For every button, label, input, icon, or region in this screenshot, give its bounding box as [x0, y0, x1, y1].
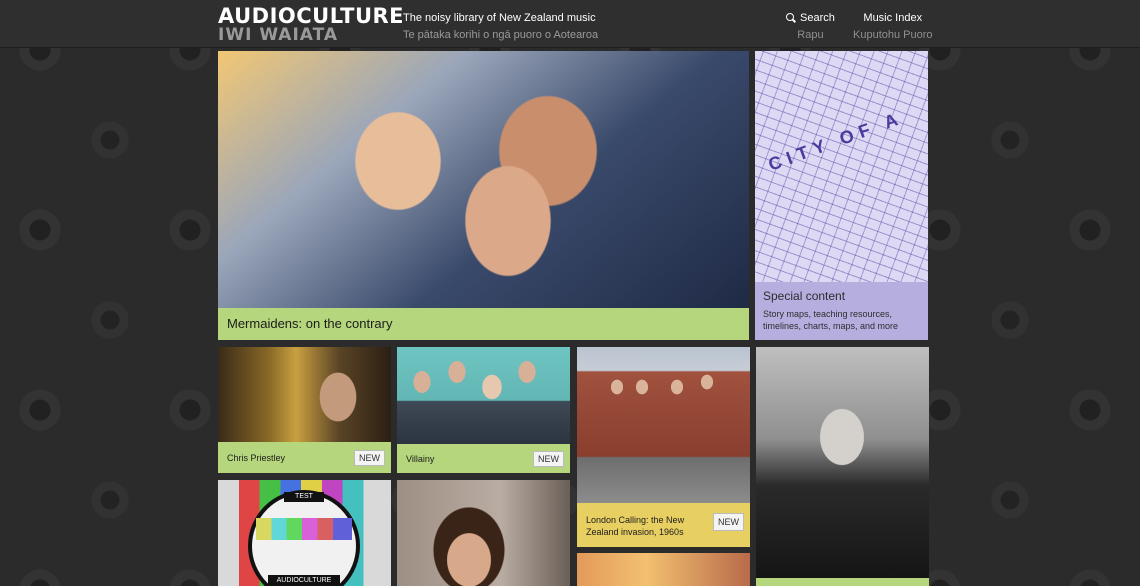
article-tile-test-card[interactable]: TEST AUDIOCULTURE [218, 480, 391, 586]
tile-caption: Chris Priestley NEW [218, 442, 391, 473]
new-badge: NEW [713, 513, 744, 531]
test-card-logo: AUDIOCULTURE [268, 575, 340, 586]
tile-title: London Calling: the New Zealand invasion… [586, 515, 685, 537]
special-content-description: Story maps, teaching resources, timeline… [763, 309, 899, 331]
test-card-top-label: TEST [284, 492, 324, 502]
article-tile-chris-priestley[interactable]: Chris Priestley NEW [218, 347, 391, 473]
site-logo[interactable]: AUDIOCULTURE IWI WAIATA [218, 4, 405, 45]
tagline-maori: Te pātaka korihi o ngā puoro o Aotearoa [403, 29, 599, 41]
partial-tile-photo [577, 553, 750, 586]
hero-feature-tile[interactable]: Mermaidens: on the contrary [218, 51, 749, 340]
tile-caption-strip [756, 578, 929, 586]
london-calling-photo [577, 347, 750, 503]
search-icon [786, 13, 796, 23]
article-tile-partial[interactable] [577, 553, 750, 586]
hero-caption: Mermaidens: on the contrary [218, 308, 749, 340]
nav-search-label: Search [800, 12, 835, 24]
nav-search[interactable]: Search Rapu [786, 11, 835, 42]
test-card-color-bars [256, 518, 352, 540]
nav-music-index-label: Music Index [863, 12, 923, 24]
article-tile-villainy[interactable]: Villainy NEW [397, 347, 570, 473]
special-content-title: Special content [763, 289, 846, 303]
nav-search-sublabel: Rapu [797, 29, 824, 41]
woman-portrait-photo [397, 480, 570, 586]
nav-music-index[interactable]: Music Index Kuputohu Puoro [853, 11, 933, 42]
nav-music-index-sublabel: Kuputohu Puoro [853, 29, 933, 41]
city-map-image: CITY OF A [755, 51, 928, 282]
new-badge: NEW [533, 451, 564, 467]
tile-caption: Villainy NEW [397, 444, 570, 473]
test-card-image: TEST AUDIOCULTURE [218, 480, 391, 586]
tile-title: Chris Priestley [227, 453, 286, 463]
article-tile-london-calling[interactable]: London Calling: the New Zealand invasion… [577, 347, 750, 547]
chris-priestley-photo [218, 347, 391, 442]
article-tile-woman-portrait[interactable] [397, 480, 570, 586]
new-badge: NEW [354, 450, 385, 466]
tile-caption: London Calling: the New Zealand invasion… [577, 503, 750, 547]
site-tagline: The noisy library of New Zealand music T… [403, 11, 598, 42]
tagline-english: The noisy library of New Zealand music [403, 12, 596, 24]
logo-line-2: IWI WAIATA [218, 25, 339, 45]
special-content-caption: Special content Story maps, teaching res… [755, 282, 928, 340]
logo-line-1: AUDIOCULTURE [218, 4, 405, 28]
special-content-tile[interactable]: CITY OF A Special content Story maps, te… [755, 51, 928, 340]
site-header: AUDIOCULTURE IWI WAIATA The noisy librar… [0, 0, 1140, 48]
hero-photo [218, 51, 749, 308]
article-tile-portrait[interactable] [756, 347, 929, 586]
tile-title: Villainy [406, 454, 435, 464]
map-label: CITY OF A [765, 107, 906, 175]
villainy-photo [397, 347, 570, 444]
portrait-photo [756, 347, 929, 578]
